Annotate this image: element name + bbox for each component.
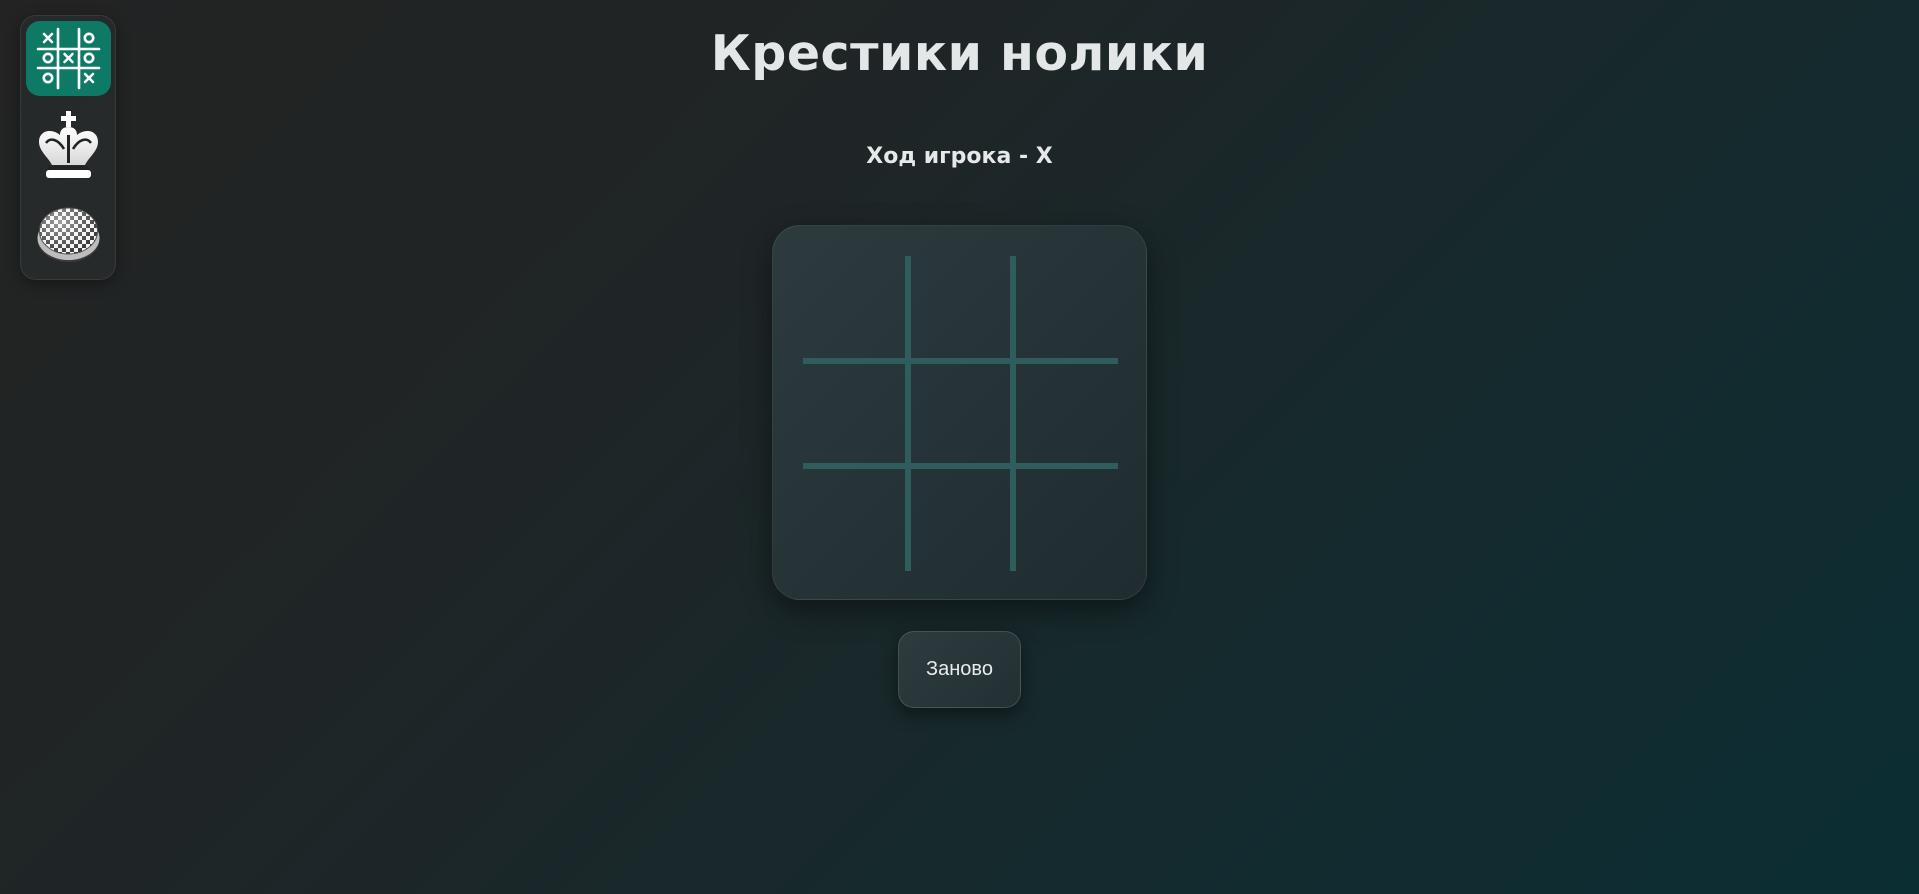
- board-grid: [803, 256, 1118, 571]
- board-cell-2[interactable]: [908, 256, 1013, 361]
- page-title: Крестики нолики: [710, 25, 1209, 82]
- board-cell-1[interactable]: [803, 256, 908, 361]
- board-cell-3[interactable]: [1013, 256, 1118, 361]
- board-cell-9[interactable]: [1013, 466, 1118, 571]
- checkers-piece-icon: [37, 207, 100, 262]
- board-cell-5[interactable]: [908, 361, 1013, 466]
- board-cell-7[interactable]: [803, 466, 908, 571]
- board-cell-4[interactable]: [803, 361, 908, 466]
- sidebar-item-checkers[interactable]: [26, 196, 111, 271]
- board-cell-6[interactable]: [1013, 361, 1118, 466]
- restart-button[interactable]: Заново: [898, 631, 1021, 708]
- board-cell-8[interactable]: [908, 466, 1013, 571]
- game-board: [772, 225, 1147, 600]
- turn-status: Ход игрока - X: [866, 144, 1053, 169]
